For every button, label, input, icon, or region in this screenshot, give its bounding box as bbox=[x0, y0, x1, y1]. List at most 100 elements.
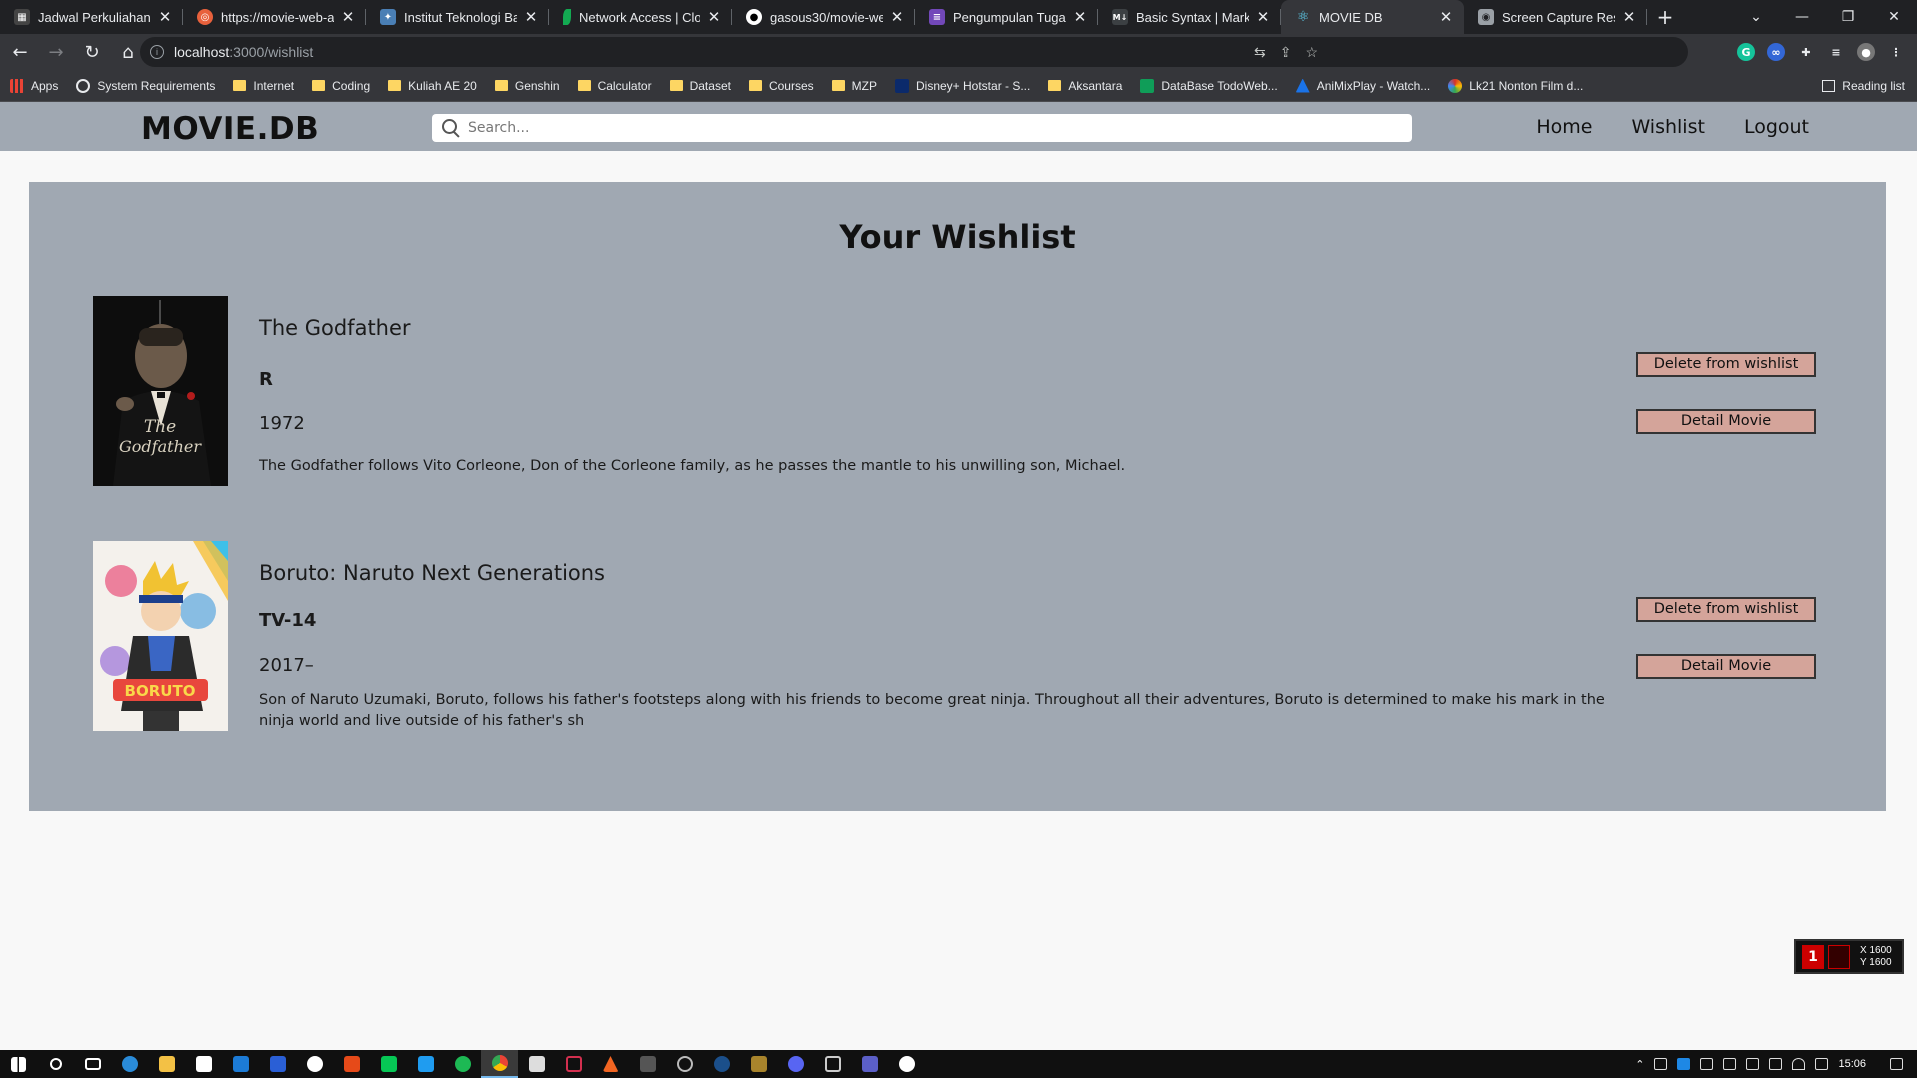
taskbar-teams[interactable] bbox=[851, 1050, 888, 1078]
taskbar-steam[interactable] bbox=[703, 1050, 740, 1078]
tab-pengumpulan[interactable]: ≡ Pengumpulan Tugas Besar ✕ bbox=[915, 0, 1098, 34]
site-info-icon[interactable]: i bbox=[150, 45, 164, 59]
bookmark-courses[interactable]: Courses bbox=[748, 79, 814, 93]
close-icon[interactable]: ✕ bbox=[1438, 8, 1454, 26]
share-icon[interactable]: ⇪ bbox=[1280, 44, 1292, 61]
taskbar-discord[interactable] bbox=[777, 1050, 814, 1078]
notifications-icon[interactable] bbox=[1890, 1058, 1903, 1070]
bookmark-dataset[interactable]: Dataset bbox=[669, 79, 731, 93]
taskbar-edge[interactable] bbox=[111, 1050, 148, 1078]
onedrive-icon[interactable] bbox=[1677, 1058, 1691, 1070]
forward-icon[interactable]: → bbox=[40, 36, 72, 68]
taskbar-app8[interactable] bbox=[814, 1050, 851, 1078]
taskbar-office[interactable] bbox=[333, 1050, 370, 1078]
star-icon[interactable]: ☆ bbox=[1305, 44, 1318, 61]
menu-icon[interactable]: ⋮ bbox=[1887, 43, 1905, 61]
bookmark-coding[interactable]: Coding bbox=[312, 79, 370, 93]
bookmark-lk21[interactable]: Lk21 Nonton Film d... bbox=[1448, 78, 1583, 93]
brand-logo[interactable]: MOVIE.DB bbox=[141, 111, 319, 147]
taskbar-app9[interactable] bbox=[888, 1050, 925, 1078]
taskbar-spotify[interactable] bbox=[444, 1050, 481, 1078]
tray-icon[interactable] bbox=[1700, 1058, 1714, 1070]
bookmark-genshin[interactable]: Genshin bbox=[494, 79, 560, 93]
bookmark-disney-hotstar[interactable]: Disney+ Hotstar - S... bbox=[894, 78, 1030, 93]
taskbar-vscode[interactable] bbox=[407, 1050, 444, 1078]
tab-itb[interactable]: ✦ Institut Teknologi Bandung ✕ bbox=[366, 0, 549, 34]
tab-movie-web-app[interactable]: ◎ https://movie-web-app ✕ bbox=[183, 0, 366, 34]
nav-logout[interactable]: Logout bbox=[1744, 116, 1809, 138]
taskbar-chrome[interactable] bbox=[481, 1050, 518, 1078]
bookmark-apps[interactable]: Apps bbox=[10, 78, 58, 93]
tab-markdown[interactable]: M↓ Basic Syntax | Markdown ✕ bbox=[1098, 0, 1281, 34]
taskbar-store[interactable] bbox=[185, 1050, 222, 1078]
battery-icon[interactable] bbox=[1769, 1058, 1783, 1070]
clock[interactable]: 15:06 bbox=[1838, 1058, 1866, 1070]
extension-infinity-icon[interactable]: ∞ bbox=[1767, 43, 1785, 61]
close-icon[interactable]: ✕ bbox=[1255, 8, 1271, 26]
tab-movie-db[interactable]: ⚛ MOVIE DB ✕ bbox=[1281, 0, 1464, 34]
puzzle-icon[interactable]: ✚ bbox=[1797, 43, 1815, 61]
tab-github[interactable]: ● gasous30/movie-web ✕ bbox=[732, 0, 915, 34]
bookmark-internet[interactable]: Internet bbox=[233, 79, 294, 93]
folder-icon bbox=[158, 1056, 175, 1072]
bookmark-calculator[interactable]: Calculator bbox=[577, 79, 652, 93]
taskbar-app5[interactable] bbox=[629, 1050, 666, 1078]
close-icon[interactable]: ✕ bbox=[523, 8, 539, 26]
wifi-icon[interactable] bbox=[1792, 1058, 1806, 1070]
bookmark-database-todoweb[interactable]: DataBase TodoWeb... bbox=[1140, 78, 1278, 93]
close-icon[interactable]: ✕ bbox=[1072, 8, 1088, 26]
close-icon[interactable]: ✕ bbox=[1621, 8, 1637, 26]
new-tab-button[interactable]: + bbox=[1647, 0, 1683, 34]
taskbar-app4[interactable] bbox=[592, 1050, 629, 1078]
close-window-icon[interactable]: ✕ bbox=[1871, 0, 1917, 34]
taskbar-app3[interactable] bbox=[555, 1050, 592, 1078]
tab-screen-capture[interactable]: ◉ Screen Capture Result ✕ bbox=[1464, 0, 1647, 34]
search-input[interactable] bbox=[468, 120, 1412, 136]
nav-wishlist[interactable]: Wishlist bbox=[1631, 116, 1705, 138]
restore-icon[interactable]: ❐ bbox=[1825, 0, 1871, 34]
close-icon[interactable]: ✕ bbox=[889, 8, 905, 26]
close-icon[interactable]: ✕ bbox=[706, 8, 722, 26]
tray-icon[interactable] bbox=[1746, 1058, 1760, 1070]
taskbar-xbox[interactable] bbox=[296, 1050, 333, 1078]
bookmark-system-requirements[interactable]: System Requirements bbox=[76, 78, 215, 93]
volume-icon[interactable] bbox=[1815, 1058, 1829, 1070]
chevron-up-icon[interactable]: ⌃ bbox=[1635, 1058, 1644, 1071]
media-icon[interactable]: ≡ bbox=[1827, 43, 1845, 61]
bookmark-kuliah[interactable]: Kuliah AE 20 bbox=[388, 79, 477, 93]
taskbar-line[interactable] bbox=[370, 1050, 407, 1078]
task-view-button[interactable] bbox=[74, 1050, 111, 1078]
taskbar-app6[interactable] bbox=[666, 1050, 703, 1078]
bookmark-mzp[interactable]: MZP bbox=[831, 79, 877, 93]
minimize-icon[interactable]: — bbox=[1779, 0, 1825, 34]
start-button[interactable] bbox=[0, 1050, 37, 1078]
detail-movie-button[interactable]: Detail Movie bbox=[1636, 409, 1816, 434]
taskbar-explorer[interactable] bbox=[148, 1050, 185, 1078]
reload-icon[interactable]: ↻ bbox=[76, 36, 108, 68]
taskbar-app2[interactable] bbox=[518, 1050, 555, 1078]
tray-icon[interactable] bbox=[1654, 1058, 1668, 1070]
taskbar-app7[interactable] bbox=[740, 1050, 777, 1078]
translate-icon[interactable]: ⇆ bbox=[1254, 44, 1266, 61]
nav-home[interactable]: Home bbox=[1536, 116, 1592, 138]
tab-search-icon[interactable]: ⌄ bbox=[1733, 0, 1779, 34]
reading-list-button[interactable]: Reading list bbox=[1822, 70, 1905, 102]
search-button[interactable] bbox=[37, 1050, 74, 1078]
tab-network-access[interactable]: Network Access | Cloud ✕ bbox=[549, 0, 732, 34]
tab-jadwal[interactable]: ▦ Jadwal Perkuliahan Mahasiswa ✕ bbox=[0, 0, 183, 34]
avatar[interactable]: ● bbox=[1857, 43, 1875, 61]
delete-from-wishlist-button[interactable]: Delete from wishlist bbox=[1636, 352, 1816, 377]
detail-movie-button[interactable]: Detail Movie bbox=[1636, 654, 1816, 679]
close-icon[interactable]: ✕ bbox=[340, 8, 356, 26]
bookmark-animixplay[interactable]: AniMixPlay - Watch... bbox=[1295, 78, 1430, 93]
taskbar-mail[interactable] bbox=[222, 1050, 259, 1078]
bookmark-aksantara[interactable]: Aksantara bbox=[1048, 79, 1122, 93]
address-bar[interactable]: i localhost:3000/wishlist ⇆ ⇪ ☆ bbox=[140, 37, 1688, 67]
grammarly-icon[interactable]: G bbox=[1737, 43, 1755, 61]
back-icon[interactable]: ← bbox=[4, 36, 36, 68]
taskbar-app[interactable] bbox=[259, 1050, 296, 1078]
close-icon[interactable]: ✕ bbox=[157, 8, 173, 26]
delete-from-wishlist-button[interactable]: Delete from wishlist bbox=[1636, 597, 1816, 622]
microphone-icon[interactable] bbox=[1723, 1058, 1737, 1070]
coordinate-overlay[interactable]: 1 X 1600 Y 1600 bbox=[1794, 939, 1904, 974]
